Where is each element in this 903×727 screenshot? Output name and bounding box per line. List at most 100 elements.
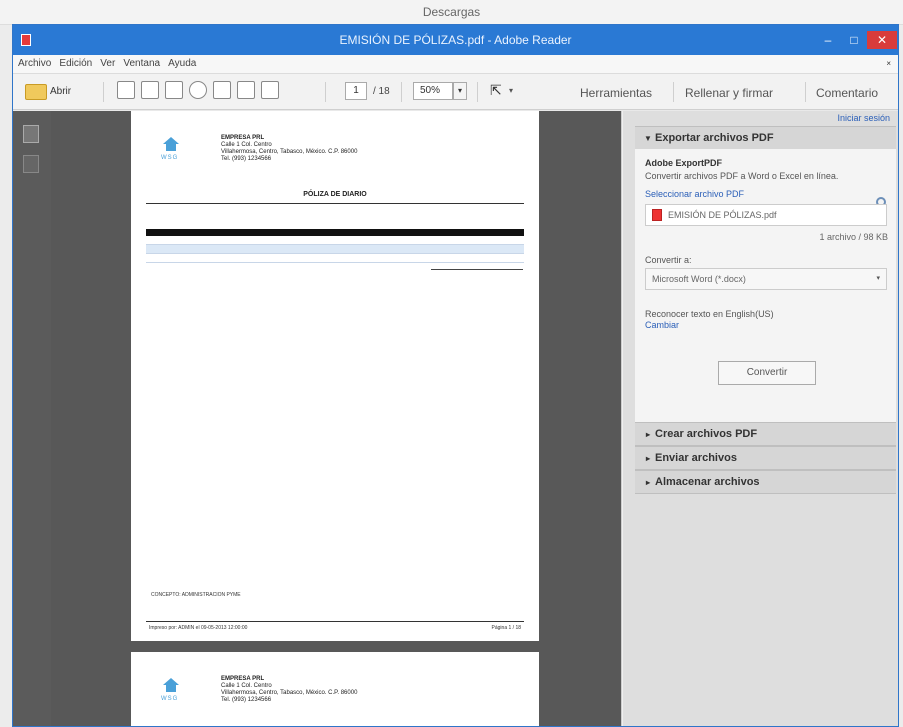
open-button[interactable]: Abrir bbox=[50, 86, 71, 106]
toolbar-divider bbox=[103, 82, 104, 102]
pdf-file-icon bbox=[652, 209, 662, 221]
comment-link[interactable]: Comentario bbox=[816, 86, 878, 100]
change-language-link[interactable]: Cambiar bbox=[645, 320, 679, 330]
collapsed-arrow-icon: ▸ bbox=[645, 478, 650, 487]
chevron-down-icon: ▾ bbox=[876, 275, 880, 282]
company-city: Villahermosa, Centro, Tabasco, México. C… bbox=[221, 690, 358, 696]
menu-ayuda[interactable]: Ayuda bbox=[168, 55, 196, 73]
company-phone: Tel. (993) 1234566 bbox=[221, 156, 272, 162]
open-folder-icon[interactable] bbox=[25, 84, 47, 100]
company-info: EMPRESA PRL Calle 1 Col. Centro Villaher… bbox=[221, 135, 357, 163]
create-pdf-icon[interactable] bbox=[117, 81, 135, 99]
file-count: 1 archivo / 98 KB bbox=[819, 232, 888, 242]
section-title: Exportar archivos PDF bbox=[655, 132, 774, 144]
collapsed-arrow-icon: ▸ bbox=[645, 454, 650, 463]
page-footer: Página 1 / 18 bbox=[491, 625, 521, 631]
select-tool-icon[interactable]: ⇱ bbox=[490, 82, 502, 102]
export-pdf-section: Adobe ExportPDF Convertir archivos PDF a… bbox=[635, 149, 896, 422]
pdf-page-2: WSG EMPRESA PRL Calle 1 Col. Centro Vill… bbox=[131, 652, 539, 726]
toolbar-divider bbox=[477, 82, 478, 102]
footer-rule bbox=[146, 621, 524, 622]
adobe-reader-window: EMISIÓN DE PÓLIZAS.pdf - Adobe Reader ‒ … bbox=[12, 24, 899, 727]
page-total: / 18 bbox=[373, 86, 390, 97]
policy-table bbox=[146, 229, 524, 263]
concept-text: CONCEPTO: ADMINISTRACION PYME bbox=[151, 592, 241, 598]
send-files-section-header[interactable]: ▸ Enviar archivos bbox=[635, 446, 896, 470]
table-row bbox=[146, 236, 524, 245]
company-name: EMPRESA PRL bbox=[221, 676, 265, 682]
close-button[interactable]: ✕ bbox=[867, 31, 897, 49]
zoom-dropdown-icon[interactable]: ▾ bbox=[453, 82, 467, 100]
table-header bbox=[146, 229, 524, 236]
house-logo-icon bbox=[163, 137, 179, 151]
company-city: Villahermosa, Centro, Tabasco, México. C… bbox=[221, 149, 358, 155]
section-title: Almacenar archivos bbox=[655, 476, 760, 488]
zoom-input[interactable]: 50% bbox=[413, 82, 453, 100]
convert-button[interactable]: Convertir bbox=[718, 361, 816, 385]
expand-arrow-icon: ▼ bbox=[644, 134, 652, 143]
combine-icon[interactable] bbox=[141, 81, 159, 99]
pages-icon[interactable] bbox=[23, 125, 39, 143]
table-row bbox=[146, 245, 524, 254]
toolbar-divider bbox=[325, 82, 326, 102]
menu-bar: Archivo Edición Ver Ventana Ayuda × bbox=[13, 55, 898, 74]
menu-close-icon[interactable]: × bbox=[886, 55, 891, 73]
document-title: PÓLIZA DE DIARIO bbox=[303, 191, 367, 198]
company-info: EMPRESA PRL Calle 1 Col. Centro Villaher… bbox=[221, 676, 357, 704]
convert-format-select[interactable]: Microsoft Word (*.docx) ▾ bbox=[645, 268, 887, 290]
sign-in-link[interactable]: Iniciar sesión bbox=[837, 113, 890, 123]
select-pdf-link[interactable]: Seleccionar archivo PDF bbox=[645, 189, 744, 199]
title-bar[interactable]: EMISIÓN DE PÓLIZAS.pdf - Adobe Reader ‒ … bbox=[13, 25, 898, 55]
print-icon[interactable] bbox=[237, 81, 255, 99]
maximize-button[interactable]: □ bbox=[845, 31, 863, 49]
minimize-button[interactable]: ‒ bbox=[819, 31, 837, 49]
company-address: Calle 1 Col. Centro bbox=[221, 683, 272, 689]
selected-file[interactable]: EMISIÓN DE PÓLIZAS.pdf bbox=[645, 204, 887, 226]
house-logo-icon bbox=[163, 678, 179, 692]
totals-rule bbox=[431, 269, 523, 270]
title-rule bbox=[146, 203, 524, 204]
edit-icon[interactable] bbox=[165, 81, 183, 99]
pdf-page-1: WSG EMPRESA PRL Calle 1 Col. Centro Vill… bbox=[131, 111, 539, 641]
company-name: EMPRESA PRL bbox=[221, 135, 265, 141]
document-view[interactable]: WSG EMPRESA PRL Calle 1 Col. Centro Vill… bbox=[51, 111, 621, 726]
section-title: Crear archivos PDF bbox=[655, 428, 758, 440]
window-title: EMISIÓN DE PÓLIZAS.pdf - Adobe Reader bbox=[339, 33, 572, 47]
outer-window-title: Descargas bbox=[0, 0, 903, 25]
menu-ventana[interactable]: Ventana bbox=[123, 55, 160, 73]
menu-edicion[interactable]: Edición bbox=[59, 55, 92, 73]
section-title: Enviar archivos bbox=[655, 452, 737, 464]
email-icon[interactable] bbox=[261, 81, 279, 99]
fill-sign-link[interactable]: Rellenar y firmar bbox=[685, 86, 773, 100]
collapsed-arrow-icon: ▸ bbox=[645, 430, 650, 439]
company-address: Calle 1 Col. Centro bbox=[221, 142, 272, 148]
page-number-input[interactable]: 1 bbox=[345, 82, 367, 100]
create-pdf-section-header[interactable]: ▸ Crear archivos PDF bbox=[635, 422, 896, 446]
logo-text: WSG bbox=[161, 696, 179, 702]
ocr-language-text: Reconocer texto en English(US) bbox=[645, 309, 774, 319]
tools-link[interactable]: Herramientas bbox=[580, 86, 652, 100]
export-pdf-section-header[interactable]: ▼ Exportar archivos PDF bbox=[635, 126, 896, 150]
company-phone: Tel. (993) 1234566 bbox=[221, 697, 272, 703]
table-row bbox=[146, 254, 524, 263]
convert-format-value: Microsoft Word (*.docx) bbox=[652, 274, 746, 284]
menu-archivo[interactable]: Archivo bbox=[18, 55, 51, 73]
convert-to-label: Convertir a: bbox=[645, 255, 692, 265]
tools-panel: Iniciar sesión ▼ Exportar archivos PDF Ad… bbox=[623, 111, 898, 726]
attachments-icon[interactable] bbox=[23, 155, 39, 173]
service-description: Convertir archivos PDF a Word o Excel en… bbox=[645, 171, 839, 181]
navigation-sidebar bbox=[13, 111, 51, 726]
toolbar: Abrir 1 / 18 50% ▾ ⇱ ▾ Herramientas Rell… bbox=[13, 74, 898, 110]
toolbar-divider bbox=[805, 82, 806, 102]
cloud-icon[interactable] bbox=[189, 81, 207, 99]
menu-ver[interactable]: Ver bbox=[100, 55, 115, 73]
file-name: EMISIÓN DE PÓLIZAS.pdf bbox=[668, 210, 777, 220]
logo-text: WSG bbox=[161, 155, 179, 161]
select-tool-dropdown-icon[interactable]: ▾ bbox=[509, 86, 513, 106]
toolbar-divider bbox=[673, 82, 674, 102]
service-name: Adobe ExportPDF bbox=[645, 158, 723, 168]
printed-by: Impreso por: ADMIN el 09-05-2013 12:00:0… bbox=[149, 625, 248, 631]
toolbar-divider bbox=[401, 82, 402, 102]
store-files-section-header[interactable]: ▸ Almacenar archivos bbox=[635, 470, 896, 494]
save-icon[interactable] bbox=[213, 81, 231, 99]
